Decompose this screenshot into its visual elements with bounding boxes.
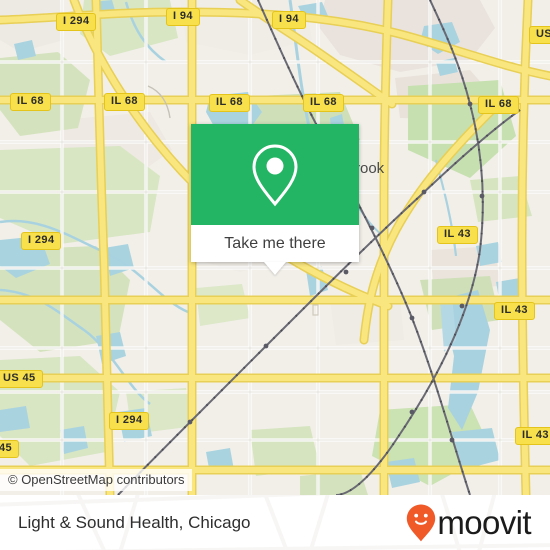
location-pin-icon	[252, 143, 298, 206]
highway-shield: IL 68	[478, 96, 519, 114]
highway-shield: IL 68	[104, 93, 145, 111]
moovit-wordmark: moovit	[437, 504, 531, 541]
highway-shield: I 94	[166, 8, 200, 26]
highway-shield: I 94	[272, 11, 306, 29]
highway-shield: IL 43	[494, 302, 535, 320]
highway-shield: IL 68	[209, 94, 250, 112]
location-callout-card[interactable]: Take me there	[191, 124, 359, 275]
highway-shield: US 4	[529, 26, 550, 44]
highway-shield: 45	[0, 440, 20, 458]
map-canvas[interactable]: rook I 294 I 94 I 94 US 4 IL 68 IL 68 IL…	[0, 0, 550, 495]
take-me-there-button[interactable]: Take me there	[191, 225, 359, 262]
highway-shield: IL 68	[10, 93, 51, 111]
map-screenshot: rook I 294 I 94 I 94 US 4 IL 68 IL 68 IL…	[0, 0, 550, 550]
place-label: rook	[355, 160, 385, 177]
highway-shield: I 294	[21, 232, 62, 250]
highway-shield: IL 43	[437, 226, 478, 244]
moovit-smiley-pin-icon	[407, 504, 436, 541]
highway-shield: I 294	[109, 412, 150, 430]
callout-image-area	[191, 124, 359, 225]
highway-shield: IL 68	[303, 94, 344, 112]
highway-shield: IL 43	[515, 427, 550, 445]
footer-bar: Light & Sound Health, Chicago moovit	[0, 495, 550, 550]
callout-pointer	[264, 262, 286, 275]
moovit-brand[interactable]: moovit	[406, 504, 532, 542]
highway-shield: US 45	[0, 370, 43, 388]
page-title: Light & Sound Health, Chicago	[18, 512, 251, 532]
osm-attribution[interactable]: © OpenStreetMap contributors	[0, 469, 192, 491]
highway-shield: I 294	[56, 13, 97, 31]
take-me-there-label: Take me there	[224, 234, 326, 252]
